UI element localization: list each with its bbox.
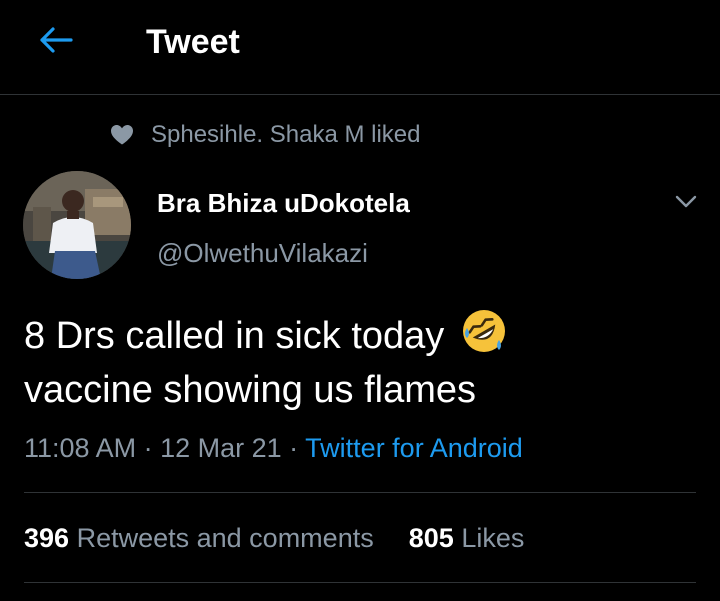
- tweet-date: 12 Mar 21: [160, 433, 282, 463]
- likes-label: Likes: [461, 523, 525, 553]
- meta-separator: ·: [136, 433, 161, 463]
- heart-icon: [110, 123, 134, 147]
- tweet-text: 8 Drs called in sick today vaccine showi…: [24, 308, 694, 417]
- avatar[interactable]: [23, 171, 131, 279]
- tweet-line-1: 8 Drs called in sick today: [24, 308, 694, 363]
- tweet-stats: 396 Retweets and comments 805 Likes: [24, 520, 524, 556]
- retweets-count: 396: [24, 523, 70, 553]
- retweets-stat[interactable]: 396 Retweets and comments: [24, 520, 374, 556]
- arrow-left-icon: [39, 26, 73, 59]
- top-app-bar: Tweet: [0, 0, 720, 95]
- divider: [24, 492, 696, 493]
- likes-count: 805: [408, 523, 454, 553]
- back-button[interactable]: [34, 22, 78, 62]
- likes-stat[interactable]: 805 Likes: [409, 520, 525, 556]
- retweets-label: Retweets and comments: [76, 523, 374, 553]
- chevron-down-icon: [675, 195, 697, 214]
- tweet-line-2: vaccine showing us flames: [24, 369, 476, 411]
- more-options-button[interactable]: [672, 190, 700, 218]
- divider: [24, 582, 696, 583]
- meta-separator: ·: [281, 433, 306, 463]
- social-context[interactable]: Sphesihle. Shaka M liked: [110, 118, 420, 152]
- rolling-on-the-floor-laughing-emoji-icon: [461, 308, 507, 354]
- author-handle[interactable]: @OlwethuVilakazi: [157, 236, 368, 270]
- tweet-source-link[interactable]: Twitter for Android: [305, 433, 523, 463]
- tweet-metadata: 11:08 AM · 12 Mar 21 · Twitter for Andro…: [24, 430, 523, 466]
- page-title: Tweet: [146, 23, 240, 61]
- social-context-text: Sphesihle. Shaka M liked: [151, 121, 421, 148]
- tweet-time: 11:08 AM: [24, 433, 137, 463]
- tweet-line-1-text: 8 Drs called in sick today: [24, 315, 445, 357]
- author-display-name[interactable]: Bra Bhiza uDokotela: [157, 186, 410, 220]
